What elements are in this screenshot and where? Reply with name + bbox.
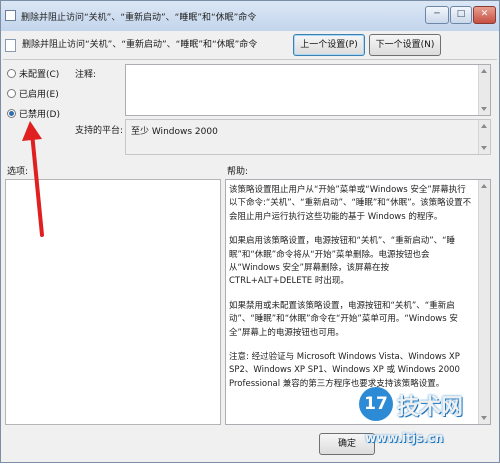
watermark-url: www.itjs.cn bbox=[365, 431, 444, 445]
policy-dialog-window: 删除并阻止访问“关机”、“重新启动”、“睡眠”和“休眠”命令 ─ □ ✕ 删除并… bbox=[0, 0, 500, 463]
watermark-logo-icon: 17 bbox=[359, 387, 393, 421]
watermark-name: 技术网 bbox=[397, 395, 464, 420]
arrow-shaft bbox=[30, 131, 44, 237]
arrow-head bbox=[22, 121, 42, 141]
site-watermark: 17 技术网 www.itjs.cn bbox=[353, 379, 499, 463]
